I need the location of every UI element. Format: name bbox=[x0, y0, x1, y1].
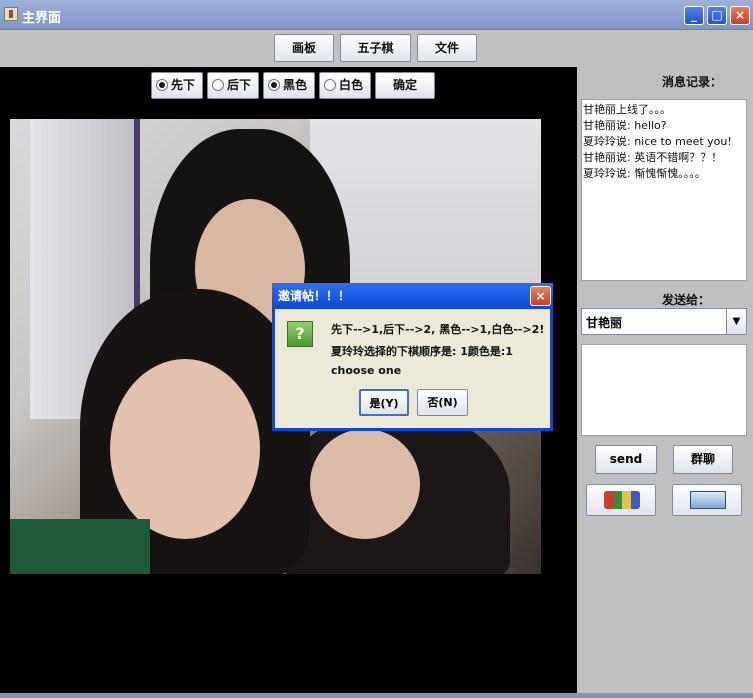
no-button[interactable]: 否(N) bbox=[417, 389, 468, 416]
message-line: 甘艳丽上线了。。。 bbox=[583, 103, 671, 116]
window-title: 主界面 bbox=[22, 11, 62, 26]
invitation-dialog: 邀请帖！！！ × ? 先下-->1,后下-->2, 黑色-->1,白色-->2!… bbox=[272, 283, 553, 431]
radio-white[interactable]: 白色 bbox=[319, 72, 371, 99]
message-log-label: 消息记录： bbox=[662, 75, 723, 89]
radio-first-move[interactable]: 先下 bbox=[151, 72, 203, 99]
screen-icon bbox=[690, 491, 726, 509]
java-app-icon bbox=[4, 7, 18, 21]
message-line: 甘艳丽说: hello? bbox=[583, 119, 667, 132]
draw-board-button[interactable]: 画板 bbox=[274, 34, 334, 62]
send-button[interactable]: send bbox=[595, 445, 657, 474]
window-bottom-border bbox=[0, 693, 753, 698]
confirm-button[interactable]: 确定 bbox=[375, 72, 435, 99]
message-input[interactable] bbox=[581, 344, 747, 436]
radio-black[interactable]: 黑色 bbox=[263, 72, 315, 99]
dialog-message-line1: 先下-->1,后下-->2, 黑色-->1,白色-->2! bbox=[331, 323, 545, 336]
dialog-title: 邀请帖！！！ bbox=[278, 289, 351, 303]
recipient-value: 甘艳丽 bbox=[586, 316, 623, 330]
radio-second-move[interactable]: 后下 bbox=[207, 72, 259, 99]
radio-indicator bbox=[156, 78, 168, 91]
dialog-close-icon[interactable]: × bbox=[530, 286, 551, 306]
maximize-button[interactable]: □ bbox=[707, 6, 727, 25]
message-line: 夏玲玲说: 惭愧惭愧。。。。 bbox=[583, 167, 706, 180]
close-button[interactable]: × bbox=[730, 6, 750, 25]
file-button[interactable]: 文件 bbox=[417, 34, 477, 62]
photo-face bbox=[310, 429, 420, 539]
screen-capture-button[interactable] bbox=[672, 484, 742, 516]
send-to-label: 发送给： bbox=[662, 293, 711, 307]
radio-label: 白色 bbox=[339, 78, 364, 92]
message-log[interactable]: 甘艳丽上线了。。。 甘艳丽说: hello? 夏玲玲说: nice to mee… bbox=[581, 99, 747, 281]
radio-label: 后下 bbox=[227, 78, 252, 92]
question-icon: ? bbox=[287, 321, 313, 347]
recipient-select[interactable]: 甘艳丽 ▼ bbox=[581, 308, 747, 335]
dialog-message-line2: 夏玲玲选择的下棋顺序是: 1颜色是:1 bbox=[331, 345, 513, 358]
radio-label: 黑色 bbox=[283, 78, 308, 92]
paint-tool-button[interactable] bbox=[586, 484, 656, 516]
radio-indicator bbox=[212, 78, 224, 91]
message-line: 甘艳丽说: 英语不错啊？？！ bbox=[583, 151, 723, 164]
paint-icon bbox=[604, 491, 640, 509]
radio-indicator bbox=[324, 78, 336, 91]
dialog-message-line3: choose one bbox=[331, 364, 402, 377]
yes-button[interactable]: 是(Y) bbox=[359, 389, 409, 416]
message-line: 夏玲玲说: nice to meet you! bbox=[583, 135, 732, 148]
group-chat-button[interactable]: 群聊 bbox=[673, 445, 733, 474]
radio-indicator bbox=[268, 78, 280, 91]
chevron-down-icon[interactable]: ▼ bbox=[726, 309, 746, 334]
gomoku-button[interactable]: 五子棋 bbox=[340, 34, 411, 62]
dialog-title-bar: 邀请帖！！！ × bbox=[272, 283, 553, 309]
minimize-button[interactable]: _ bbox=[684, 6, 704, 25]
radio-label: 先下 bbox=[171, 78, 196, 92]
title-bar: 主界面 _ □ × bbox=[0, 0, 753, 30]
photo-clothing bbox=[10, 519, 150, 574]
photo-face bbox=[110, 359, 260, 539]
